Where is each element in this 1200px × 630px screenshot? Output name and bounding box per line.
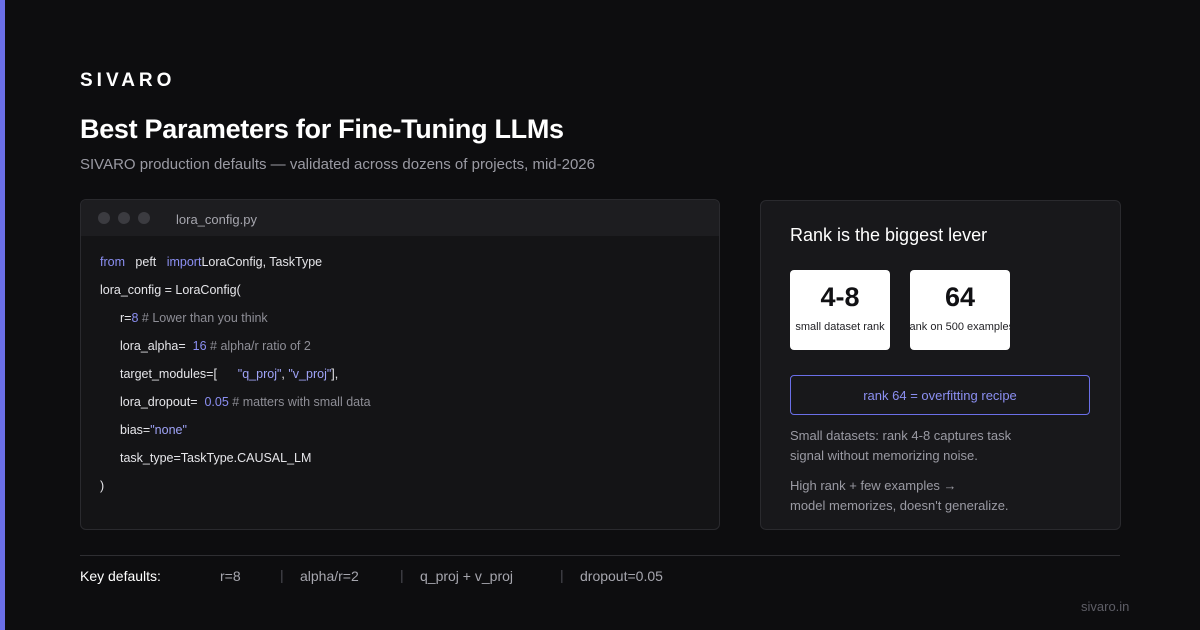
code-line-bias: bias="none" <box>120 423 187 437</box>
code-comment: # matters with small data <box>232 395 371 409</box>
stat-value: 64 <box>944 282 976 312</box>
code-comment: # alpha/r ratio of 2 <box>210 339 311 353</box>
code-line-config-open: lora_config = LoraConfig( <box>100 283 241 297</box>
overfitting-callout: rank 64 = overfitting recipe <box>790 375 1090 415</box>
footer-default-modules: q_proj + v_proj <box>420 568 514 584</box>
code-text: ) <box>100 479 105 493</box>
stat-card-high-rank: 64 rank on 500 examples <box>910 270 1010 350</box>
code-line-config-close: ) <box>100 479 104 493</box>
code-line-dropout: lora_dropout= 0.05 # matters with small … <box>120 395 371 409</box>
code-line-task-type: task_type=TaskType.CAUSAL_LM <box>120 451 311 465</box>
note-line: Small datasets: rank 4-8 captures task <box>790 428 1012 443</box>
code-string: "none" <box>150 423 187 437</box>
code-param: r= <box>120 311 132 325</box>
code-text: ], <box>331 367 339 381</box>
stat-label: small dataset rank <box>795 321 885 333</box>
window-maximize-dot-icon <box>138 212 150 224</box>
accent-bar <box>0 0 5 630</box>
panel-title: Rank is the biggest lever <box>790 225 988 245</box>
code-line-import: from peft importLoraConfig, TaskType <box>100 255 322 269</box>
page-title: Best Parameters for Fine-Tuning LLMs <box>80 114 564 144</box>
code-param: lora_dropout= <box>120 395 198 409</box>
code-line-rank: r=8 # Lower than you think <box>120 311 268 325</box>
rank-info-panel: Rank is the biggest lever 4-8 small data… <box>760 200 1121 530</box>
footer-divider <box>80 555 1120 556</box>
footer-label: Key defaults: <box>80 568 161 584</box>
note-small-datasets: Small datasets: rank 4-8 captures task s… <box>790 426 1011 466</box>
footer-separator: | <box>560 567 564 583</box>
window-minimize-dot-icon <box>118 212 130 224</box>
stat-label: rank on 500 examples <box>910 321 1010 333</box>
page-subtitle: SIVARO production defaults — validated a… <box>80 156 595 173</box>
code-comment: # Lower than you think <box>141 311 268 325</box>
code-number: 0.05 <box>204 395 229 409</box>
stat-card-small-rank: 4-8 small dataset rank <box>790 270 890 350</box>
code-param: bias= <box>120 423 151 437</box>
note-line: model memorizes, doesn't generalize. <box>790 498 1009 513</box>
footer-default-rank: r=8 <box>220 568 241 584</box>
code-imported-names: LoraConfig, TaskType <box>201 255 323 269</box>
code-window: lora_config.py from peft importLoraConfi… <box>80 199 720 530</box>
code-param: lora_alpha= <box>120 339 186 353</box>
code-line-alpha: lora_alpha= 16 # alpha/r ratio of 2 <box>120 339 311 353</box>
site-url: sivaro.in <box>1081 599 1130 614</box>
code-number: 8 <box>131 311 139 325</box>
code-module-name: peft <box>135 255 157 269</box>
brand-logo: SIVARO <box>80 70 176 91</box>
note-high-rank: High rank + few examples → model memoriz… <box>790 476 1009 516</box>
code-line-target-modules: target_modules=[ "q_proj", "v_proj"], <box>120 367 338 381</box>
note-line: signal without memorizing noise. <box>790 448 978 463</box>
code-text: lora_config = LoraConfig( <box>100 283 241 297</box>
code-text: task_type=TaskType.CAUSAL_LM <box>120 451 312 465</box>
footer-default-alpha: alpha/r=2 <box>300 568 359 584</box>
code-string: "v_proj" <box>288 367 332 381</box>
footer-separator: | <box>400 567 404 583</box>
code-titlebar: lora_config.py <box>81 200 719 236</box>
window-close-dot-icon <box>98 212 110 224</box>
code-keyword-from: from <box>100 255 125 269</box>
code-string: "q_proj" <box>237 367 282 381</box>
footer-default-dropout: dropout=0.05 <box>580 568 663 584</box>
footer-separator: | <box>280 567 284 583</box>
code-number: 16 <box>192 339 207 353</box>
stat-value: 4-8 <box>820 282 860 312</box>
code-keyword-import: import <box>166 255 202 269</box>
code-param: target_modules=[ <box>120 367 217 381</box>
code-filename: lora_config.py <box>176 212 257 227</box>
note-line: High rank + few examples → <box>790 478 957 493</box>
